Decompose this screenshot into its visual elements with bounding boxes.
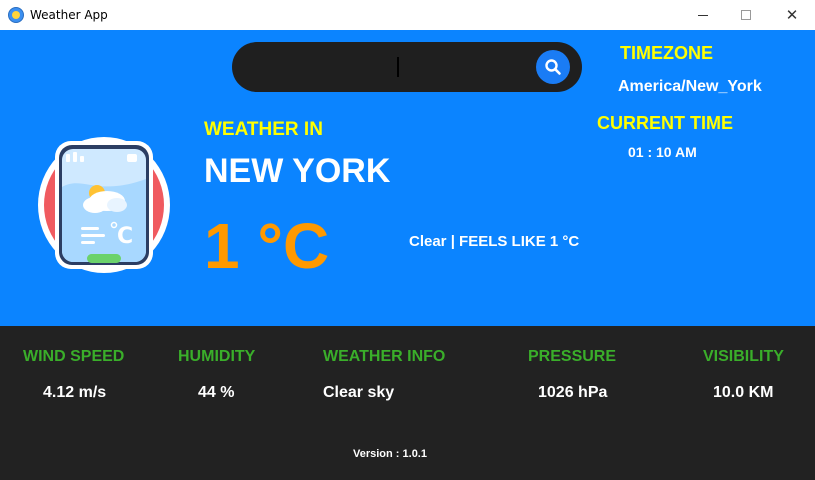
search-bar[interactable] (232, 42, 582, 92)
pressure-value: 1026 hPa (538, 384, 608, 401)
weather-panel: TIMEZONE America/New_York CURRENT TIME 0… (0, 30, 815, 326)
close-button[interactable]: ✕ (769, 0, 815, 30)
pressure-label: PRESSURE (528, 348, 617, 365)
stats-panel: WIND SPEED 4.12 m/s HUMIDITY 44 % WEATHE… (0, 326, 815, 480)
version-label: Version : 1.0.1 (353, 448, 427, 460)
weather-description: Clear | FEELS LIKE 1 °C (409, 233, 580, 250)
search-button[interactable] (536, 50, 570, 84)
search-icon (545, 59, 561, 75)
weather-info-value: Clear sky (323, 384, 395, 401)
svg-text:C: C (117, 224, 133, 249)
current-time-value: 01 : 10 AM (628, 144, 697, 160)
title-bar: Weather App ✕ (0, 0, 815, 30)
weather-in-label: WEATHER IN (204, 119, 323, 140)
timezone-value: America/New_York (618, 78, 762, 95)
wind-speed-label: WIND SPEED (23, 348, 125, 365)
visibility-label: VISIBILITY (703, 348, 784, 365)
app-icon (8, 7, 24, 23)
timezone-label: TIMEZONE (620, 43, 713, 63)
humidity-value: 44 % (198, 384, 235, 401)
maximize-icon (741, 10, 751, 20)
humidity-label: HUMIDITY (178, 348, 256, 365)
current-time-label: CURRENT TIME (597, 113, 733, 133)
city-name: NEW YORK (204, 152, 391, 190)
weather-app-logo-icon: C (38, 137, 170, 273)
maximize-button[interactable] (723, 0, 769, 30)
visibility-value: 10.0 KM (713, 384, 774, 401)
weather-info-label: WEATHER INFO (323, 348, 446, 365)
close-icon: ✕ (785, 5, 799, 24)
minimize-icon (698, 14, 708, 16)
window-title: Weather App (30, 8, 108, 22)
wind-speed-value: 4.12 m/s (43, 384, 107, 401)
text-caret (397, 57, 399, 77)
temperature: 1 °C (204, 210, 330, 282)
minimize-button[interactable] (680, 0, 726, 30)
